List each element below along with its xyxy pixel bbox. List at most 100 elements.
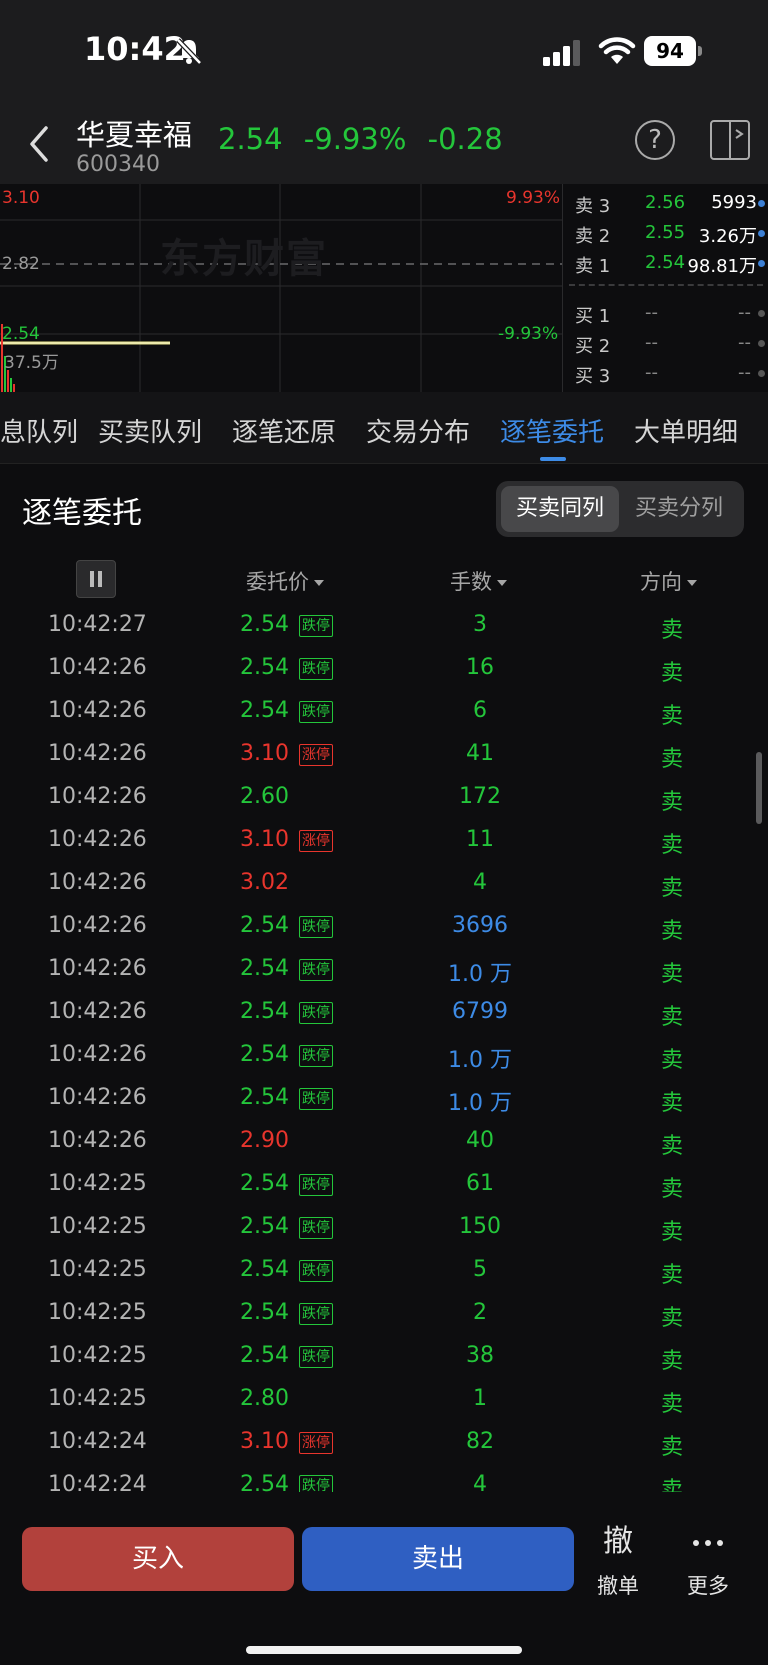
cancel-order-label: 撤单 [597, 1574, 639, 1598]
back-arrow-icon[interactable] [24, 122, 54, 166]
table-row[interactable]: 10:42:26 2.54 跌停 3696 卖 [0, 905, 768, 948]
table-row[interactable]: 10:42:25 2.54 跌停 150 卖 [0, 1206, 768, 1249]
order-direction: 卖 [660, 747, 683, 772]
limit-badge: 跌停 [299, 1260, 333, 1282]
ask-price: 2.56 [645, 192, 686, 213]
order-direction: 卖 [660, 876, 683, 901]
table-row[interactable]: 10:42:24 3.10 涨停 82 卖 [0, 1421, 768, 1464]
limit-badge: 跌停 [299, 1475, 333, 1492]
order-time: 10:42:26 [48, 999, 147, 1024]
order-direction: 卖 [660, 1263, 683, 1288]
table-row[interactable]: 10:42:26 2.54 跌停 6 卖 [0, 690, 768, 733]
tab-large-orders[interactable]: 大单明细 [634, 412, 738, 449]
order-qty: 61 [466, 1171, 494, 1196]
limit-badge: 跌停 [299, 1303, 333, 1325]
order-time: 10:42:26 [48, 741, 147, 766]
ask-price: 2.55 [645, 222, 686, 243]
table-row[interactable]: 10:42:26 2.54 跌停 16 卖 [0, 647, 768, 690]
order-qty: 4 [473, 1472, 487, 1492]
tab-trade-distribution[interactable]: 交易分布 [366, 412, 470, 449]
table-row[interactable]: 10:42:26 3.02 4 卖 [0, 862, 768, 905]
order-direction: 卖 [660, 704, 683, 729]
table-row[interactable]: 10:42:26 2.54 跌停 6799 卖 [0, 991, 768, 1034]
order-direction: 卖 [660, 661, 683, 686]
order-time: 10:42:26 [48, 870, 147, 895]
cancel-order-button[interactable]: 撤 撤单 [578, 1522, 658, 1600]
column-header-price[interactable]: 委托价 [246, 566, 324, 596]
cellular-signal-icon [543, 40, 580, 66]
ask-row: 卖 1 2.54 98.81万 [569, 248, 765, 277]
order-qty: 3 [473, 612, 487, 637]
sell-button[interactable]: 卖出 [302, 1527, 574, 1591]
bid-price: -- [645, 302, 658, 323]
section-title: 逐笔委托 [22, 496, 142, 531]
table-row[interactable]: 10:42:26 2.54 跌停 1.0 万 卖 [0, 1077, 768, 1120]
status-bar: 10:42 94 [0, 0, 768, 104]
order-list[interactable]: 10:42:27 2.54 跌停 3 卖 10:42:26 2.54 跌停 16 卖 10:42:2… [0, 604, 768, 1492]
column-header-qty[interactable]: 手数 [450, 566, 507, 596]
order-direction: 卖 [660, 1478, 683, 1492]
order-direction: 卖 [660, 790, 683, 815]
order-price: 2.54 [240, 612, 289, 637]
order-time: 10:42:25 [48, 1343, 147, 1368]
table-row[interactable]: 10:42:26 2.54 跌停 1.0 万 卖 [0, 948, 768, 991]
table-row[interactable]: 10:42:25 2.54 跌停 38 卖 [0, 1335, 768, 1378]
table-row[interactable]: 10:42:25 2.54 跌停 61 卖 [0, 1163, 768, 1206]
limit-badge: 跌停 [299, 658, 333, 680]
limit-badge: 涨停 [299, 1432, 333, 1454]
help-icon[interactable]: ? [635, 120, 675, 160]
table-row[interactable]: 10:42:26 2.60 172 卖 [0, 776, 768, 819]
buy-button[interactable]: 买入 [22, 1527, 294, 1591]
table-row[interactable]: 10:42:24 2.54 跌停 4 卖 [0, 1464, 768, 1492]
column-header-qty-label: 手数 [450, 570, 492, 594]
toggle-combined[interactable]: 买卖同列 [501, 486, 619, 532]
order-price: 2.54 [240, 1042, 289, 1067]
change-amount: -0.28 [427, 122, 503, 156]
order-price: 2.54 [240, 1085, 289, 1110]
tab-bid-ask-queue[interactable]: 买卖队列 [98, 412, 202, 449]
table-row[interactable]: 10:42:26 2.54 跌停 1.0 万 卖 [0, 1034, 768, 1077]
column-header-direction[interactable]: 方向 [640, 566, 697, 596]
tab-tick-orders[interactable]: 逐笔委托 [500, 412, 604, 449]
table-row[interactable]: 10:42:26 3.10 涨停 41 卖 [0, 733, 768, 776]
toggle-separate[interactable]: 买卖分列 [620, 486, 738, 532]
order-time: 10:42:25 [48, 1214, 147, 1239]
table-row[interactable]: 10:42:26 3.10 涨停 11 卖 [0, 819, 768, 862]
screen: 10:42 94 华夏幸福 600340 2.54 -9.93% -0.28 ?… [0, 0, 768, 1665]
more-button[interactable]: 更多 [668, 1522, 748, 1600]
order-time: 10:42:25 [48, 1257, 147, 1282]
ask-row: 卖 2 2.55 3.26万 [569, 218, 765, 247]
chart-high-price: 3.10 [2, 188, 40, 208]
chart-watermark: 东方财富 [160, 236, 328, 282]
table-row[interactable]: 10:42:25 2.54 跌停 2 卖 [0, 1292, 768, 1335]
scrollbar[interactable] [756, 752, 762, 824]
ask-label: 卖 3 [575, 196, 611, 217]
tab-tick-restore[interactable]: 逐笔还原 [232, 412, 336, 449]
order-time: 10:42:25 [48, 1171, 147, 1196]
order-price: 2.54 [240, 1472, 289, 1492]
table-row[interactable]: 10:42:25 2.80 1 卖 [0, 1378, 768, 1421]
bid-row: 买 1 -- -- [569, 298, 765, 327]
tab-queue-info[interactable]: 息队列 [0, 412, 78, 449]
order-time: 10:42:26 [48, 913, 147, 938]
table-row[interactable]: 10:42:27 2.54 跌停 3 卖 [0, 604, 768, 647]
table-row[interactable]: 10:42:26 2.90 40 卖 [0, 1120, 768, 1163]
order-book[interactable]: 卖 3 2.56 5993 卖 2 2.55 3.26万 卖 1 2.54 98… [562, 184, 768, 392]
limit-badge: 跌停 [299, 701, 333, 723]
order-price: 2.54 [240, 1214, 289, 1239]
order-time: 10:42:26 [48, 956, 147, 981]
layout-switch-icon[interactable] [708, 118, 752, 162]
cancel-order-icon: 撤 [603, 1524, 633, 1559]
order-time: 10:42:26 [48, 1128, 147, 1153]
intraday-chart[interactable]: 东方财富 3.10 9.93% 2.82 2.54 -9.93% 37.5万 [0, 184, 562, 392]
home-indicator [246, 1646, 522, 1654]
order-direction: 卖 [660, 1177, 683, 1202]
chart-grid [0, 184, 562, 392]
last-price: 2.54 [218, 122, 283, 156]
pause-icon[interactable] [76, 560, 116, 598]
order-price: 2.54 [240, 1343, 289, 1368]
limit-badge: 跌停 [299, 1045, 333, 1067]
limit-badge: 跌停 [299, 1217, 333, 1239]
order-time: 10:42:24 [48, 1429, 147, 1454]
table-row[interactable]: 10:42:25 2.54 跌停 5 卖 [0, 1249, 768, 1292]
